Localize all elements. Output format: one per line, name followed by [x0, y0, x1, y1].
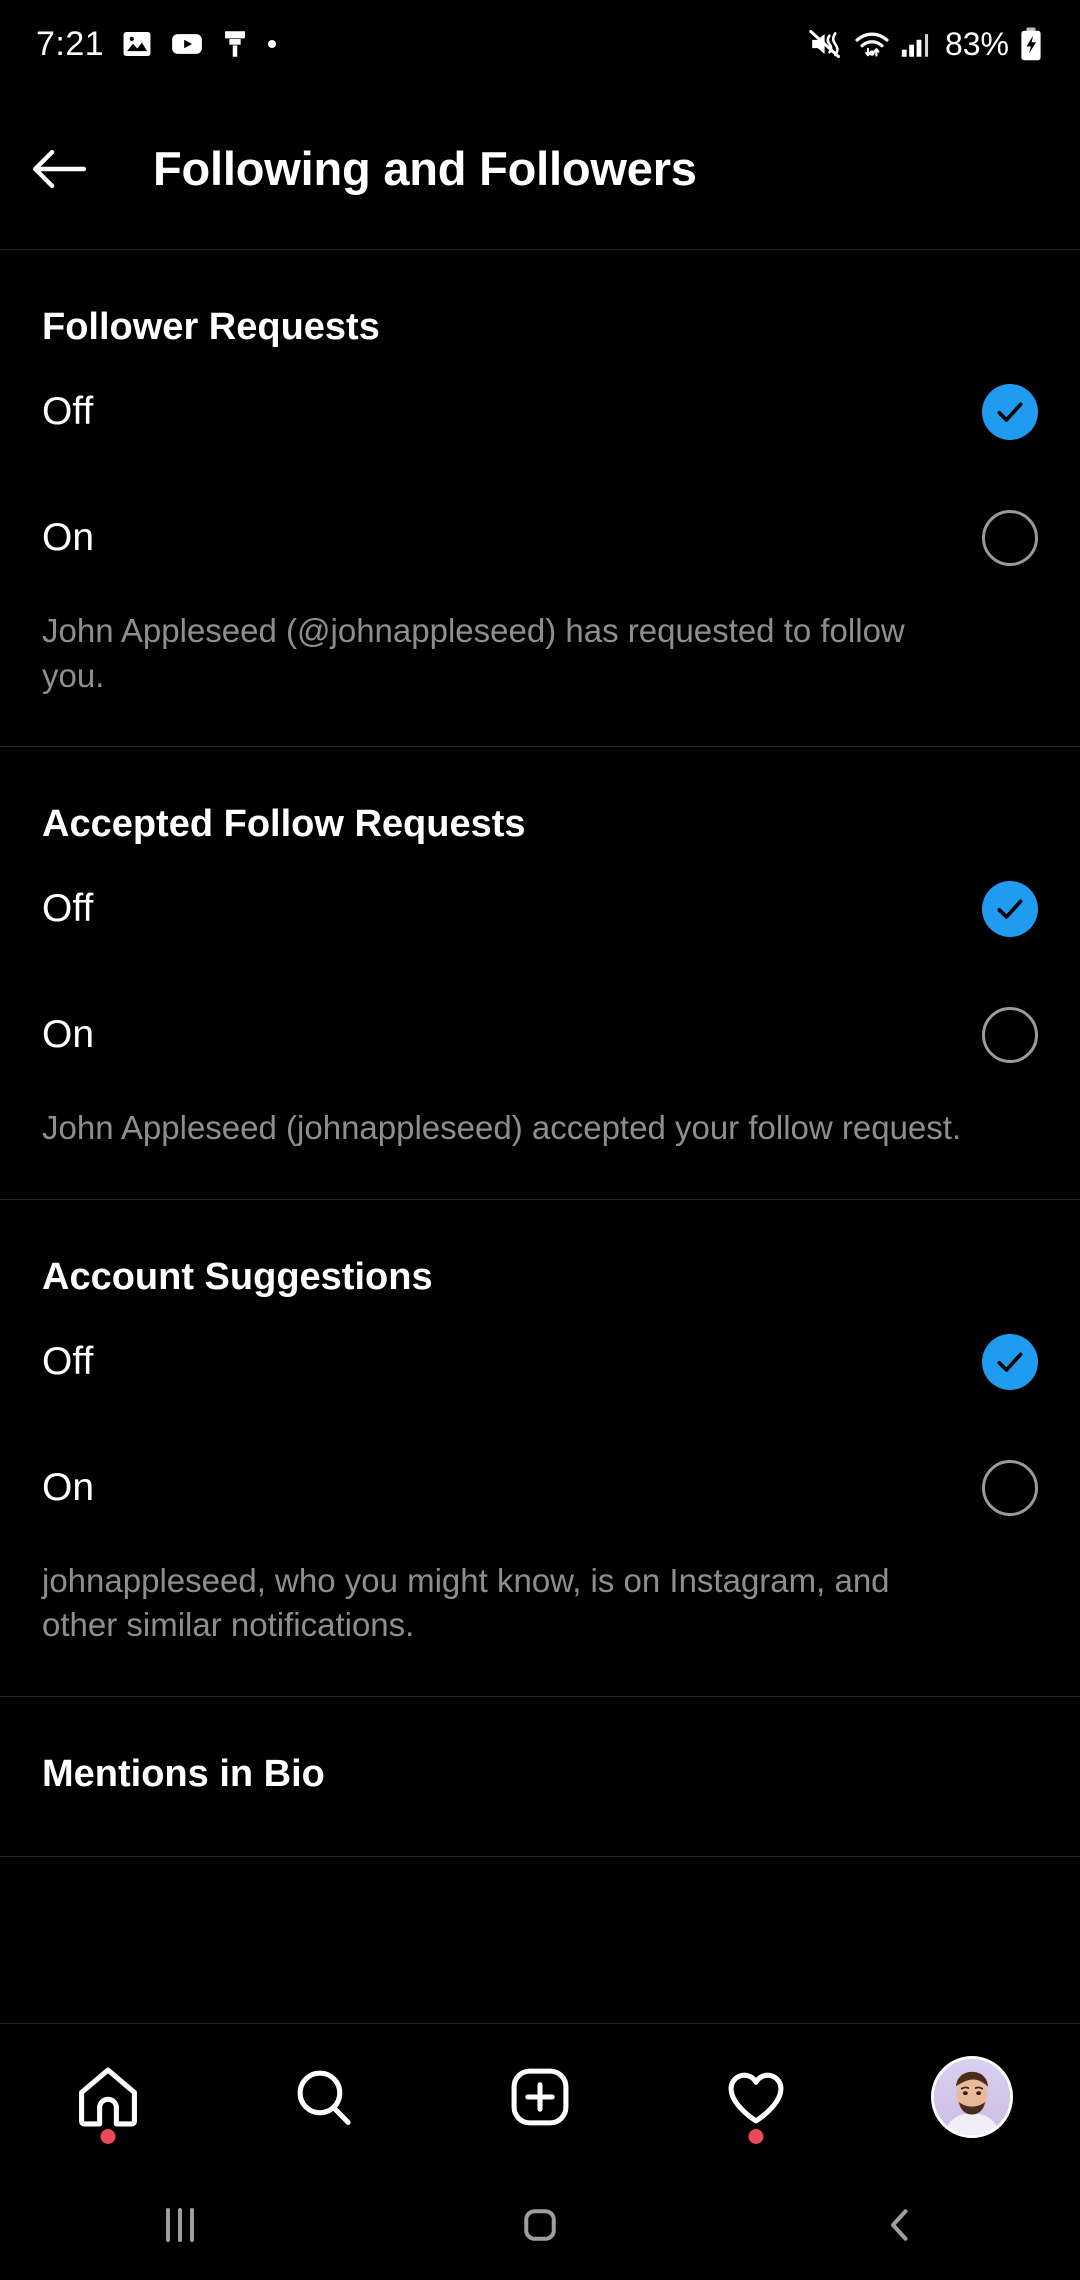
app-header: Following and Followers — [0, 88, 1080, 250]
option-row-off[interactable]: Off — [0, 349, 1080, 475]
nav-home[interactable] — [0, 2024, 216, 2171]
status-bar: 7:21 83% — [0, 0, 1080, 88]
option-row-off[interactable]: Off — [0, 1299, 1080, 1425]
youtube-icon — [170, 27, 204, 61]
settings-list[interactable]: Follower Requests Off On John Appleseed … — [0, 250, 1080, 2023]
android-back-button[interactable] — [720, 2203, 1080, 2247]
android-recents-button[interactable] — [0, 2204, 360, 2246]
radio-selected[interactable] — [982, 384, 1038, 440]
android-system-nav — [0, 2170, 1080, 2280]
section-description: John Appleseed (johnappleseed) accepted … — [42, 1109, 962, 1147]
paintbrush-icon — [220, 27, 250, 61]
recents-icon — [156, 2204, 204, 2246]
option-label: Off — [42, 887, 94, 931]
section-follower-requests: Follower Requests Off On John Appleseed … — [0, 250, 1080, 748]
section-title: Account Suggestions — [42, 1255, 433, 1298]
activity-badge-dot — [748, 2128, 764, 2144]
radio-unselected[interactable] — [982, 1007, 1038, 1064]
option-row-off[interactable]: Off — [0, 846, 1080, 972]
status-time: 7:21 — [36, 24, 105, 63]
back-icon — [878, 2203, 922, 2247]
cellular-signal-icon — [900, 27, 932, 61]
gallery-icon — [120, 27, 154, 61]
option-row-on[interactable]: On — [0, 1425, 1080, 1551]
search-icon — [291, 2064, 357, 2130]
section-account-suggestions: Account Suggestions Off On johnappleseed… — [0, 1200, 1080, 1697]
nav-create-post[interactable] — [432, 2024, 648, 2171]
status-bar-right: 83% — [808, 26, 1044, 63]
battery-percent-label: 83% — [944, 25, 1009, 62]
option-label: On — [42, 1465, 95, 1509]
create-post-icon — [507, 2064, 573, 2130]
status-bar-left: 7:21 — [36, 25, 278, 64]
home-badge-dot — [100, 2128, 116, 2144]
nav-activity[interactable] — [648, 2024, 864, 2171]
phone-screen: 7:21 83% Following and Followers Followe… — [0, 0, 1080, 2280]
bottom-navigation-bar — [0, 2023, 1080, 2170]
home-icon — [75, 2064, 141, 2130]
section-title: Accepted Follow Requests — [42, 803, 526, 846]
option-row-on[interactable]: On — [0, 972, 1080, 1098]
section-title: Mentions in Bio — [42, 1752, 325, 1795]
page-title: Following and Followers — [153, 142, 697, 195]
section-description: John Appleseed (@johnappleseed) has requ… — [42, 612, 905, 694]
back-button[interactable] — [12, 121, 108, 217]
section-title: Follower Requests — [42, 306, 380, 348]
profile-avatar — [931, 2056, 1013, 2138]
nav-search[interactable] — [216, 2024, 432, 2171]
battery-charging-icon — [1018, 26, 1044, 62]
section-mentions-in-bio: Mentions in Bio — [0, 1697, 1080, 1857]
radio-unselected[interactable] — [982, 510, 1038, 566]
nav-profile[interactable] — [864, 2024, 1080, 2171]
option-row-on[interactable]: On — [0, 475, 1080, 601]
vibrate-mute-icon — [808, 27, 844, 61]
option-label: On — [42, 516, 95, 559]
wifi-icon — [853, 27, 891, 61]
dot-icon — [266, 38, 278, 50]
home-icon — [518, 2203, 562, 2247]
activity-heart-icon — [723, 2064, 789, 2130]
section-description: johnappleseed, who you might know, is on… — [42, 1561, 890, 1644]
radio-unselected[interactable] — [982, 1459, 1038, 1516]
arrow-left-icon — [30, 141, 90, 197]
section-accepted-follow-requests: Accepted Follow Requests Off On John App… — [0, 747, 1080, 1200]
option-label: Off — [42, 1339, 94, 1383]
radio-selected[interactable] — [982, 1333, 1038, 1390]
radio-selected[interactable] — [982, 881, 1038, 938]
android-home-button[interactable] — [360, 2203, 720, 2247]
option-label: Off — [42, 390, 94, 433]
option-label: On — [42, 1013, 95, 1057]
